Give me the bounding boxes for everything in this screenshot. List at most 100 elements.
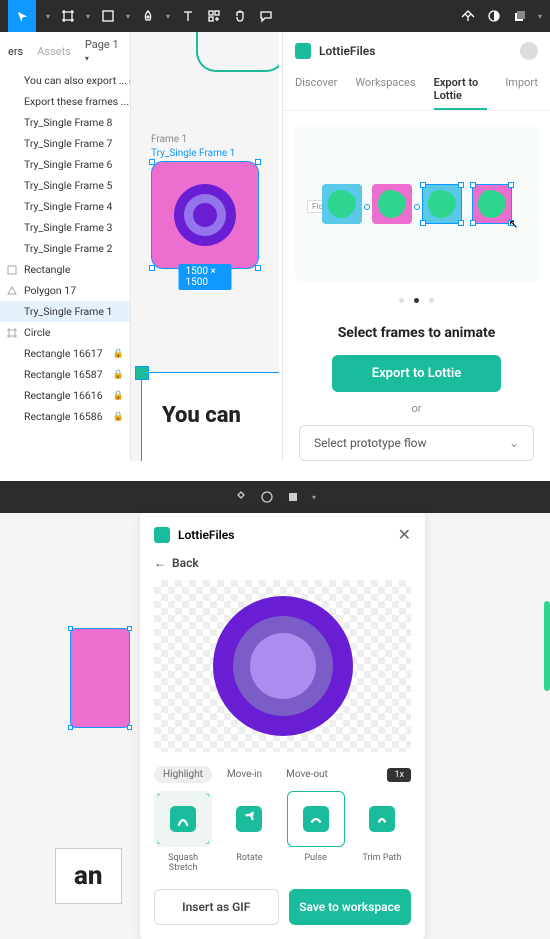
stack-icon[interactable] [512, 8, 528, 24]
chevron-down-icon[interactable]: ▾ [126, 12, 130, 21]
preview-canvas [154, 580, 411, 752]
tab-workspaces[interactable]: Workspaces [355, 70, 415, 110]
anim-option[interactable] [353, 791, 411, 847]
frame-thumb[interactable] [372, 184, 412, 224]
layer-item[interactable]: Rectangle 16616🔒 [0, 385, 130, 406]
tab-import[interactable]: Import [505, 70, 538, 110]
comment-tool[interactable] [258, 8, 274, 24]
close-icon[interactable]: ✕ [398, 525, 411, 544]
stack-icon[interactable] [286, 490, 300, 504]
lock-icon: 🔒 [113, 370, 124, 380]
figma-toolbar: ▾ ▾ ▾ ▾ ▾ [0, 0, 550, 32]
lock-icon: 🔒 [113, 412, 124, 422]
pen-tool[interactable] [140, 8, 156, 24]
chip-movein[interactable]: Move-in [218, 766, 271, 783]
cursor-icon: ↖ [508, 217, 518, 231]
layer-item[interactable]: Try_Single Frame 3 [0, 217, 130, 238]
text-tool[interactable] [180, 8, 196, 24]
tab-export[interactable]: Export to Lottie [434, 70, 488, 110]
text-frame[interactable]: You can [141, 372, 279, 461]
layers-tab[interactable]: ers [8, 45, 23, 58]
layer-item[interactable]: Try_Single Frame 8 [0, 112, 130, 133]
vector-shape [196, 32, 279, 72]
canvas[interactable]: an [0, 513, 150, 939]
page-selector[interactable]: Page 1 ▾ [85, 38, 122, 64]
resize-handle[interactable] [149, 159, 155, 165]
shape-tool[interactable] [100, 8, 116, 24]
layer-item[interactable]: Rectangle 16587🔒 [0, 364, 130, 385]
plugin-icon[interactable] [234, 490, 248, 504]
hand-tool[interactable] [232, 8, 248, 24]
chip-moveout[interactable]: Move-out [277, 766, 337, 783]
chevron-down-icon[interactable]: ▾ [86, 12, 90, 21]
heading-text: an [55, 848, 122, 904]
layer-item[interactable]: Try_Single Frame 6 [0, 154, 130, 175]
layer-item[interactable]: You can also export ...🔒 [0, 70, 130, 91]
preview-area: Flow 1 ▸ ↖ [295, 125, 538, 282]
anim-option[interactable]: ⌜⌝⌞⌟ [154, 791, 212, 847]
dimensions-badge: 1500 × 1500 [179, 264, 232, 290]
resources-tool[interactable] [206, 8, 222, 24]
anim-label: Rotate [220, 853, 278, 863]
lock-icon: 🔒 [113, 391, 124, 401]
prototype-flow-select[interactable]: Select prototype flow⌄ [299, 425, 534, 461]
back-button[interactable]: ← Back [140, 556, 425, 580]
heading-text: You can [142, 373, 279, 458]
layer-item[interactable]: Try_Single Frame 7 [0, 133, 130, 154]
anim-option[interactable] [287, 791, 345, 847]
frame-thumb[interactable]: ↖ [472, 184, 512, 224]
frame-thumb[interactable] [322, 184, 362, 224]
chevron-down-icon[interactable]: ▾ [46, 12, 50, 21]
chevron-down-icon: ⌄ [509, 436, 519, 450]
layer-item[interactable]: Try_Single Frame 2 [0, 238, 130, 259]
move-tool[interactable] [8, 0, 36, 32]
selected-frame[interactable]: Frame 1 Try_Single Frame 1 1500 × 1500 [151, 148, 259, 278]
frame-thumb[interactable] [70, 628, 130, 728]
anim-option[interactable] [220, 791, 278, 847]
lottiefiles-modal: LottieFiles ✕ ← Back Highlight Move-in M… [140, 513, 425, 939]
layer-item[interactable]: Try_Single Frame 5 [0, 175, 130, 196]
layer-item[interactable]: Polygon 17 [0, 280, 130, 301]
resize-handle[interactable] [135, 366, 149, 380]
chevron-down-icon[interactable]: ▾ [312, 493, 316, 502]
lottiefiles-logo [295, 43, 311, 59]
layer-item[interactable]: Rectangle [0, 259, 130, 280]
assets-tab[interactable]: Assets [37, 45, 71, 58]
figma-toolbar: ▾ [0, 481, 550, 513]
user-avatar[interactable] [520, 42, 538, 60]
frame-thumb[interactable] [422, 184, 462, 224]
insert-gif-button[interactable]: Insert as GIF [154, 889, 279, 925]
canvas[interactable]: Frame 1 Try_Single Frame 1 1500 × 1500 Y… [131, 32, 279, 461]
dot[interactable] [429, 298, 434, 303]
speed-badge[interactable]: 1x [387, 768, 411, 782]
lottiefiles-panel: LottieFiles Discover Workspaces Export t… [282, 32, 550, 461]
dot[interactable] [399, 298, 404, 303]
resize-handle[interactable] [149, 265, 155, 271]
resize-handle[interactable] [255, 265, 261, 271]
layer-item[interactable]: Try_Single Frame 1 [0, 301, 130, 322]
modal-title: LottieFiles [178, 528, 234, 542]
save-workspace-button[interactable]: Save to workspace [289, 889, 412, 925]
anim-label: Squash Stretch [154, 853, 212, 873]
frame-tool[interactable] [60, 8, 76, 24]
lottiefiles-logo [154, 527, 170, 543]
export-button[interactable]: Export to Lottie [332, 355, 501, 392]
contrast-icon[interactable] [486, 8, 502, 24]
anim-label: Trim Path [353, 853, 411, 863]
layer-item[interactable]: Rectangle 16617🔒 [0, 343, 130, 364]
layer-item[interactable]: Try_Single Frame 4 [0, 196, 130, 217]
dot[interactable] [414, 298, 419, 303]
layer-item[interactable]: Rectangle 16586🔒 [0, 406, 130, 427]
plugin-icon[interactable] [460, 8, 476, 24]
tab-discover[interactable]: Discover [295, 70, 337, 110]
contrast-icon[interactable] [260, 490, 274, 504]
frame-label: Frame 1 [151, 134, 187, 145]
arrow-left-icon: ← [154, 556, 166, 570]
chevron-down-icon[interactable]: ▾ [538, 12, 542, 21]
resize-handle[interactable] [255, 159, 261, 165]
chip-highlight[interactable]: Highlight [154, 766, 212, 783]
layer-item[interactable]: Circle [0, 322, 130, 343]
frame-label: Try_Single Frame 1 [151, 148, 259, 159]
layer-item[interactable]: Export these frames ...🔒 [0, 91, 130, 112]
chevron-down-icon[interactable]: ▾ [166, 12, 170, 21]
